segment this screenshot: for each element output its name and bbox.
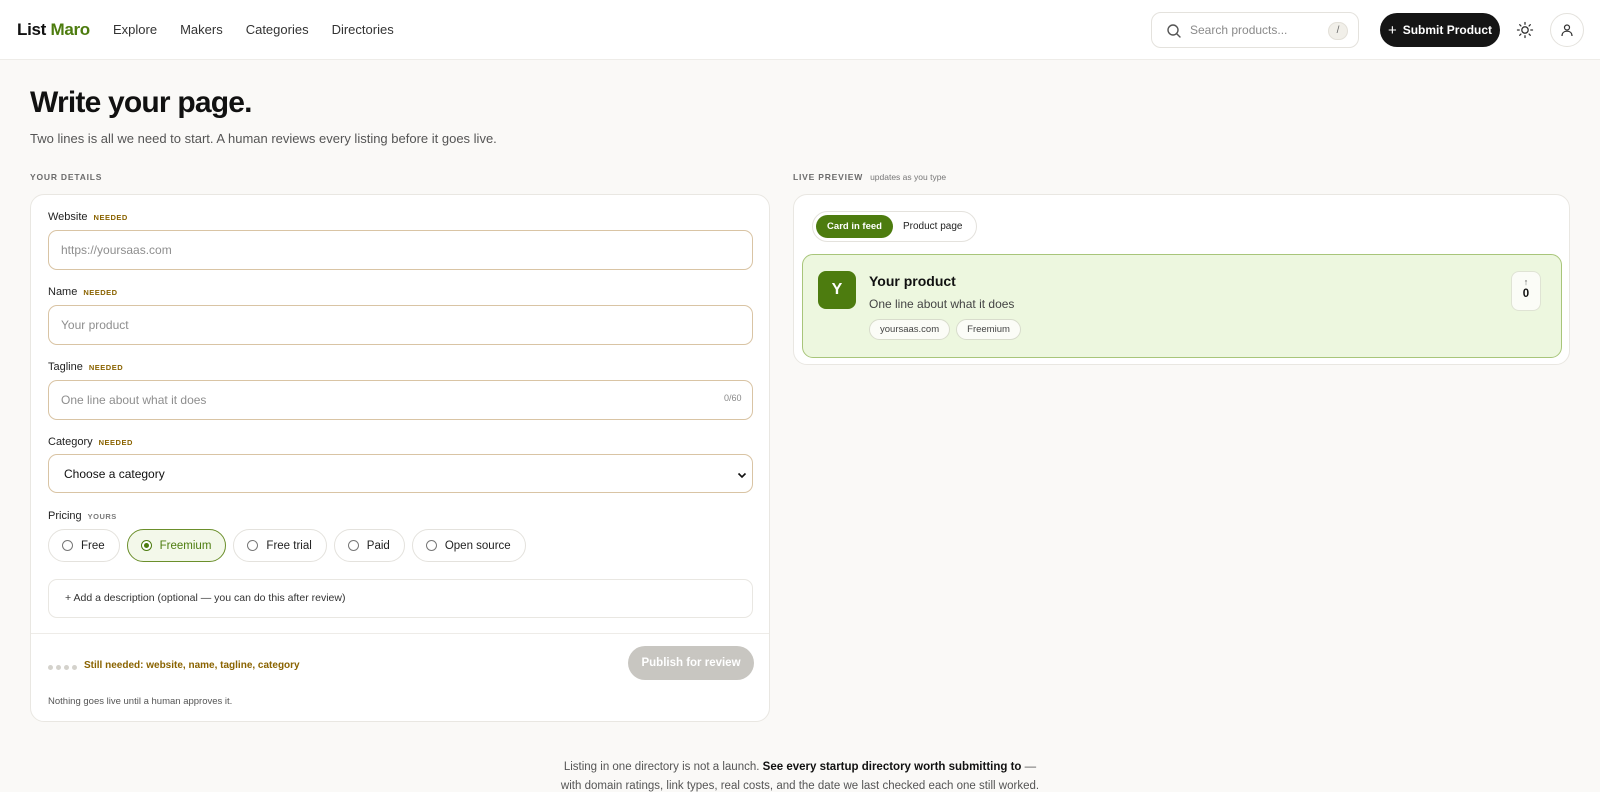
brand-logo[interactable]: List Maro [17, 20, 90, 40]
live-preview-label: LIVE PREVIEW updates as you type [793, 172, 947, 182]
preview-mode-toggle: Card in feed Product page [812, 211, 977, 242]
needed-badge: NEEDED [83, 288, 118, 297]
your-details-label: YOUR DETAILS [30, 172, 103, 182]
preview-chips: yoursaas.com Freemium [869, 319, 1021, 340]
tab-card-in-feed[interactable]: Card in feed [816, 215, 893, 238]
publish-for-review-button[interactable]: Publish for review [628, 646, 754, 680]
radio-circle [140, 540, 152, 551]
name-label: Name NEEDED [48, 286, 118, 298]
yours-badge: YOURS [87, 512, 117, 521]
chip-pricing: Freemium [956, 319, 1021, 340]
user-icon [1561, 24, 1573, 37]
product-avatar: Y [818, 271, 856, 309]
category-select[interactable]: Choose a category [48, 454, 753, 493]
search-input[interactable] [1190, 21, 1320, 39]
needed-badge: NEEDED [98, 438, 133, 447]
top-bar: List Maro Explore Makers Categories Dire… [0, 0, 1600, 60]
radio-circle [347, 540, 359, 551]
radio-circle [62, 540, 73, 551]
still-needed-status: Still needed: website, name, tagline, ca… [84, 660, 300, 671]
tab-product-page[interactable]: Product page [903, 212, 963, 241]
upvote-button[interactable]: ↑ 0 [1511, 271, 1541, 311]
live-preview-panel: Card in feed Product page Y Your product… [793, 194, 1570, 365]
category-label: Category NEEDED [48, 436, 133, 448]
pricing-label: Pricing YOURS [48, 510, 117, 522]
plus-icon: + [1387, 21, 1397, 39]
preview-feed-card: Y Your product One line about what it do… [802, 254, 1562, 358]
pricing-option-freemium[interactable]: Freemium [126, 529, 227, 562]
add-description-button[interactable]: + Add a description (optional — you can … [48, 579, 753, 618]
pricing-option-free-trial[interactable]: Free trial [233, 529, 327, 562]
nav-directories[interactable]: Directories [332, 22, 394, 37]
tagline-input[interactable] [48, 380, 753, 420]
page-title: Write your page. [30, 86, 253, 119]
search-shortcut-badge: / [1328, 22, 1348, 40]
website-label: Website NEEDED [48, 211, 128, 223]
divider [31, 633, 769, 634]
page-subtitle: Two lines is all we need to start. A hum… [30, 131, 497, 146]
radio-circle [247, 540, 259, 551]
chip-domain: yoursaas.com [869, 319, 951, 340]
website-input[interactable] [48, 230, 753, 270]
sun-icon[interactable] [1515, 20, 1535, 40]
nav-makers[interactable]: Makers [180, 22, 223, 37]
preview-product-name: Your product [869, 273, 956, 289]
live-preview-hint: updates as you type [870, 172, 947, 182]
approval-note: Nothing goes live until a human approves… [48, 696, 233, 707]
nav-explore[interactable]: Explore [113, 22, 157, 37]
needed-badge: NEEDED [93, 213, 128, 222]
needed-badge: NEEDED [88, 363, 124, 372]
directories-link[interactable]: See every startup directory worth submit… [763, 761, 1022, 773]
chevron-down-icon [737, 472, 747, 479]
submit-product-button[interactable]: + Submit Product [1380, 13, 1500, 47]
pricing-option-open-source[interactable]: Open source [411, 529, 526, 562]
search-icon [1167, 24, 1181, 38]
pricing-option-free[interactable]: Free [48, 529, 120, 562]
footer-note: Listing in one directory is not a launch… [560, 761, 1040, 792]
details-form: WebsiteNEEDED NameNEEDED TaglineNEEDED 0… [30, 194, 770, 722]
nav-categories[interactable]: Categories [246, 22, 309, 37]
tagline-char-counter: 0/60 [724, 393, 742, 403]
arrow-up-icon: ↑ [1523, 277, 1529, 287]
name-input[interactable] [48, 305, 753, 345]
upvote-count: 0 [1522, 288, 1530, 300]
progress-dots [48, 665, 77, 670]
pricing-option-paid[interactable]: Paid [333, 529, 405, 562]
tagline-label: Tagline NEEDED [48, 361, 124, 373]
preview-product-tagline: One line about what it does [869, 297, 1015, 311]
user-menu-button[interactable] [1550, 13, 1584, 47]
search-box: / [1151, 12, 1359, 48]
radio-circle [425, 540, 437, 551]
pricing-radio-group: Free Freemium Free trial Paid Open sourc… [48, 529, 526, 562]
main-nav: Explore Makers Categories Directories [113, 22, 417, 37]
